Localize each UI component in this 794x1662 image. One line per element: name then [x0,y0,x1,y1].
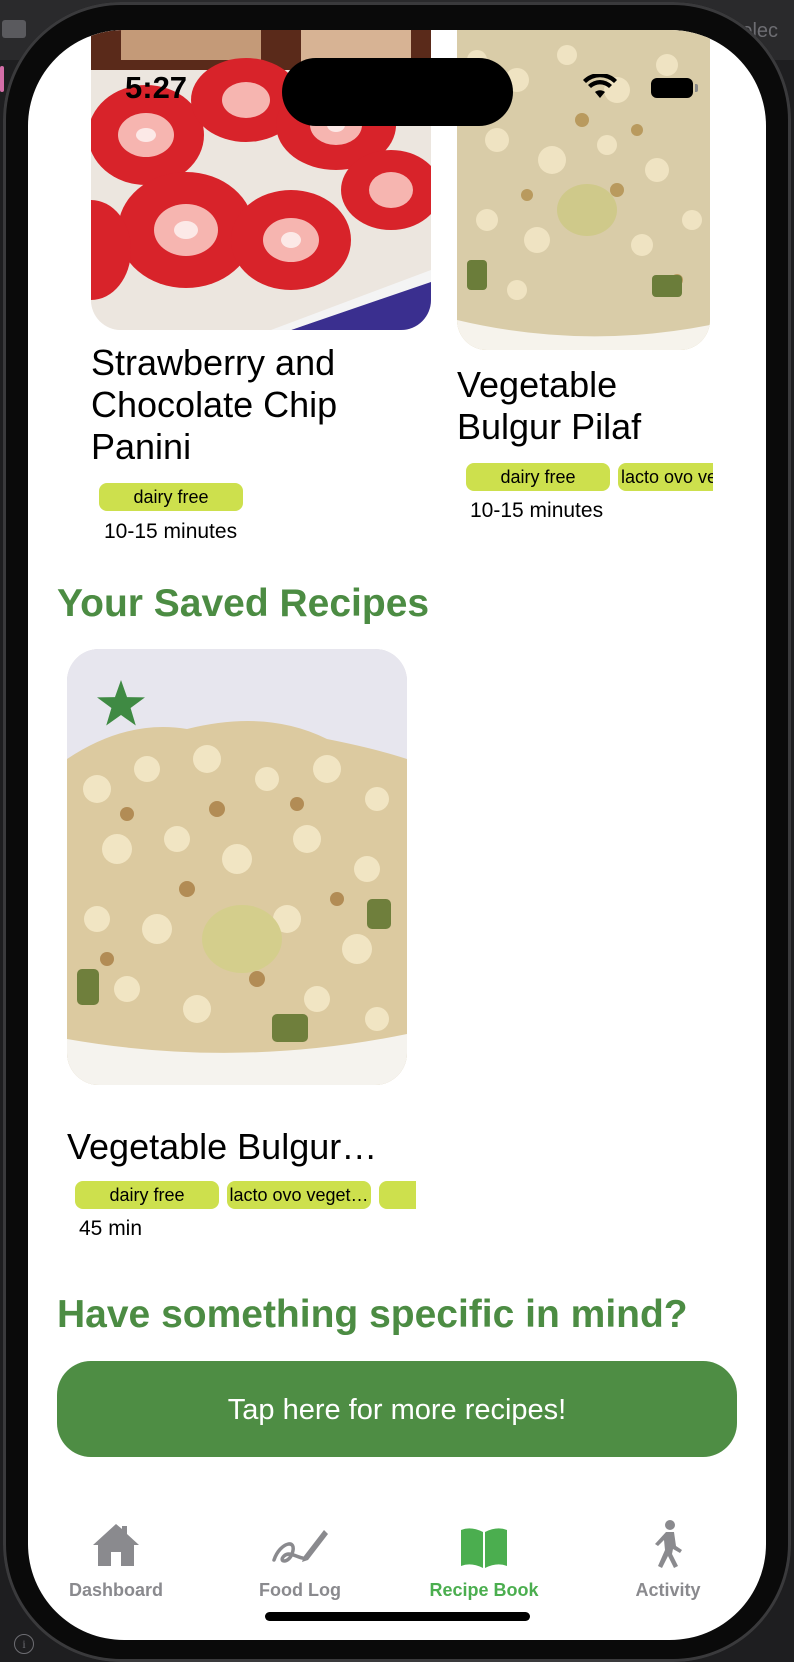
more-recipes-button[interactable]: Tap here for more recipes! [57,1361,737,1457]
cook-time: 10-15 minutes [104,520,238,543]
signature-icon [272,1530,328,1563]
star-icon[interactable] [96,680,146,728]
app-screen: 5:27 Strawberry and Chocolate Chip Panin… [28,30,766,1640]
cook-time: 10-15 minutes [470,499,604,522]
recipe-title: Strawberry and Chocolate Chip Panini [91,342,338,467]
book-icon [461,1528,507,1568]
figure-walk-icon [655,1520,682,1568]
home-indicator[interactable] [265,1612,530,1621]
tag-chip: lacto ovo ve [618,463,713,491]
tab-food-log[interactable]: Food Log [215,1498,385,1600]
recipe-title: Vegetable Bulgur… [67,1126,378,1167]
house-icon [93,1524,139,1566]
tab-recipe-book[interactable]: Recipe Book [399,1498,569,1600]
search-heading: Have something specific in mind? [57,1293,688,1336]
tag-chip: dairy free [466,463,610,491]
tab-dashboard[interactable]: Dashboard [31,1498,201,1600]
tab-label: Activity [635,1580,701,1600]
tab-label: Food Log [259,1580,341,1600]
tag-chip [379,1181,416,1209]
tab-label: Recipe Book [429,1580,539,1600]
saved-recipes-heading: Your Saved Recipes [57,582,430,625]
tab-label: Dashboard [68,1580,164,1600]
folder-icon [2,20,26,38]
status-time: 5:27 [125,70,188,105]
tag-chip: lacto ovo veget… [227,1181,371,1209]
cook-time: 45 min [79,1217,143,1240]
host-edge-marker [0,66,4,92]
battery-icon [651,78,698,98]
phone-frame: 5:27 Strawberry and Chocolate Chip Panin… [3,2,791,1662]
tag-chip: dairy free [75,1181,219,1209]
wifi-icon [583,74,617,98]
saved-recipe-image[interactable] [67,649,407,1085]
dynamic-island [282,58,513,126]
tab-activity[interactable]: Activity [583,1498,753,1600]
recipe-title: Vegetable Bulgur Pilaf [457,364,642,447]
tag-chip: dairy free [99,483,243,511]
